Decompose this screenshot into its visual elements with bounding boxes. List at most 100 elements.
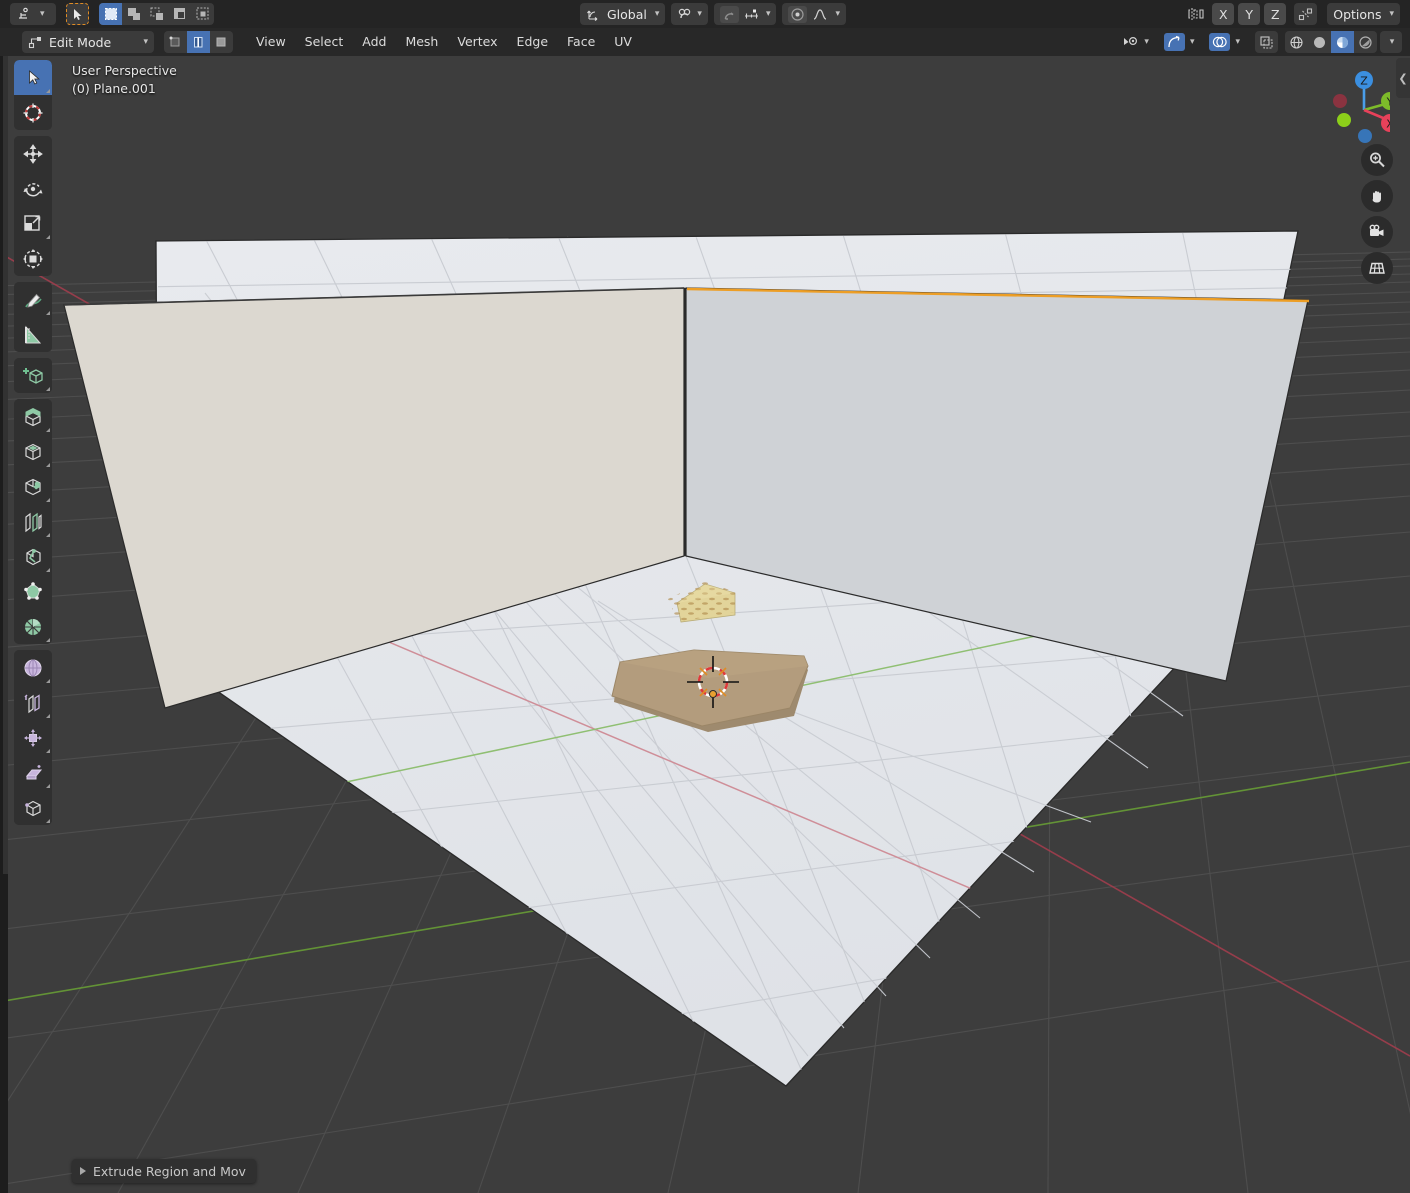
sidebar-toggle[interactable]: ❮: [1396, 58, 1410, 98]
menu-edge[interactable]: Edge: [508, 31, 557, 53]
viewport-canvas[interactable]: [8, 56, 1410, 1193]
select-mode-invert[interactable]: [168, 3, 191, 25]
select-mode-extend[interactable]: [122, 3, 145, 25]
menu-uv[interactable]: UV: [605, 31, 641, 53]
gizmo-axis-neg-y: [1337, 113, 1351, 127]
chevron-down-icon[interactable]: ▾: [1144, 37, 1149, 47]
object-visibility-dropdown[interactable]: ▾: [1116, 31, 1155, 53]
move-tool[interactable]: [14, 136, 52, 171]
menu-view[interactable]: View: [247, 31, 295, 53]
chevron-down-icon[interactable]: ▾: [766, 9, 771, 19]
chevron-down-icon: ▾: [1389, 9, 1394, 19]
proportional-falloff-magnet-icon[interactable]: [719, 5, 739, 23]
camera-view-button[interactable]: [1361, 216, 1393, 248]
rotate-tool[interactable]: [14, 171, 52, 206]
mirror-axis-z[interactable]: Z: [1264, 3, 1287, 25]
cursor-select-tool-button[interactable]: [66, 3, 89, 25]
shading-mode-group[interactable]: [1285, 31, 1377, 53]
gizmo-dropdown[interactable]: ▾: [1158, 31, 1201, 53]
select-mode-set[interactable]: [99, 3, 122, 25]
mirror-icon[interactable]: [1188, 6, 1206, 22]
chevron-down-icon[interactable]: ▾: [697, 9, 702, 19]
select-mode-intersect[interactable]: [191, 3, 214, 25]
measure-tool[interactable]: [14, 317, 52, 352]
falloff-curve-icon[interactable]: [812, 7, 828, 22]
menu-face[interactable]: Face: [558, 31, 604, 53]
extrude-region-tool[interactable]: [14, 399, 52, 434]
mode-selector[interactable]: Edit Mode ▾: [22, 31, 154, 53]
mirror-axis-y[interactable]: Y: [1238, 3, 1261, 25]
bevel-tool[interactable]: [14, 469, 52, 504]
shading-options-dropdown[interactable]: ▾: [1380, 31, 1402, 53]
proportional-icon[interactable]: [788, 5, 808, 23]
select-mode-subtract[interactable]: [145, 3, 168, 25]
chevron-down-icon: ▾: [40, 9, 45, 19]
overlays-dropdown[interactable]: ▾: [1203, 31, 1246, 53]
cursor-tool[interactable]: [14, 95, 52, 130]
object-visibility-icon[interactable]: [1122, 35, 1139, 50]
shear-tool[interactable]: [14, 755, 52, 790]
snap-to-group[interactable]: ▾: [713, 3, 777, 25]
knife-tool[interactable]: [14, 539, 52, 574]
navigation-gizmo[interactable]: Z Y X: [1310, 63, 1390, 143]
rendered-shading-button[interactable]: [1354, 31, 1377, 53]
operator-redo-panel[interactable]: Extrude Region and Mov: [72, 1159, 256, 1183]
chevron-down-icon: ▾: [654, 9, 660, 19]
chevron-down-icon[interactable]: ▾: [1390, 37, 1395, 47]
rip-region-tool[interactable]: [14, 790, 52, 825]
shrink-fatten-tool[interactable]: [14, 720, 52, 755]
triangle-right-icon[interactable]: [80, 1167, 86, 1175]
chevron-down-icon[interactable]: ▾: [835, 9, 840, 19]
chevron-down-icon[interactable]: ▾: [1190, 37, 1195, 47]
tool-corner-marker: [46, 784, 50, 788]
edge-slide-tool[interactable]: [14, 685, 52, 720]
loop-cut-tool[interactable]: [14, 504, 52, 539]
snap-group[interactable]: ▾: [671, 3, 708, 25]
editor-type-selector[interactable]: ▾: [10, 3, 56, 25]
options-label: Options: [1333, 6, 1382, 22]
snap-increment-icon[interactable]: [743, 7, 760, 22]
menu-mesh[interactable]: Mesh: [396, 31, 447, 53]
options-dropdown[interactable]: Options ▾: [1327, 3, 1400, 25]
smooth-tool[interactable]: [14, 650, 52, 685]
select-mode-group[interactable]: [99, 3, 214, 25]
tool-group-select: [14, 60, 52, 130]
scale-tool[interactable]: [14, 206, 52, 241]
xray-toggle-button[interactable]: [1255, 31, 1278, 53]
mirror-axis-x[interactable]: X: [1212, 3, 1235, 25]
editor-type-icon: [16, 6, 32, 22]
transform-orientation-selector[interactable]: Global ▾: [580, 3, 666, 25]
overlays-icon[interactable]: [1209, 33, 1231, 51]
edge-select-mode-button[interactable]: [187, 31, 210, 53]
tool-corner-marker: [46, 235, 50, 239]
tweak-tool[interactable]: [14, 60, 52, 95]
face-select-mode-button[interactable]: [210, 31, 233, 53]
chevron-down-icon[interactable]: ▾: [1235, 37, 1240, 47]
toggle-perspective-button[interactable]: [1361, 252, 1393, 284]
zoom-view-button[interactable]: [1361, 144, 1393, 176]
magnet-icon[interactable]: [677, 7, 692, 22]
tool-corner-marker: [46, 638, 50, 642]
viewport-toolbar[interactable]: [14, 60, 52, 831]
menu-vertex[interactable]: Vertex: [448, 31, 506, 53]
3d-viewport[interactable]: [8, 56, 1410, 1193]
mode-label: Edit Mode: [49, 34, 112, 50]
annotate-tool[interactable]: [14, 282, 52, 317]
spin-tool[interactable]: [14, 609, 52, 644]
transform-tool[interactable]: [14, 241, 52, 276]
proportional-edit-group[interactable]: ▾: [782, 3, 846, 25]
add-cube-tool[interactable]: [14, 358, 52, 393]
vertex-select-mode-button[interactable]: [164, 31, 187, 53]
inset-faces-tool[interactable]: [14, 434, 52, 469]
solid-shading-button[interactable]: [1308, 31, 1331, 53]
menu-add[interactable]: Add: [353, 31, 395, 53]
mesh-select-mode-group[interactable]: [164, 31, 233, 53]
pan-view-button[interactable]: [1361, 180, 1393, 212]
menu-select[interactable]: Select: [296, 31, 353, 53]
material-preview-shading-button[interactable]: [1331, 31, 1354, 53]
poly-build-tool[interactable]: [14, 574, 52, 609]
gizmo-icon[interactable]: [1163, 33, 1185, 51]
viewport-nav-buttons[interactable]: [1361, 144, 1393, 284]
topology-mirror-button[interactable]: [1294, 3, 1318, 25]
wireframe-shading-button[interactable]: [1285, 31, 1308, 53]
